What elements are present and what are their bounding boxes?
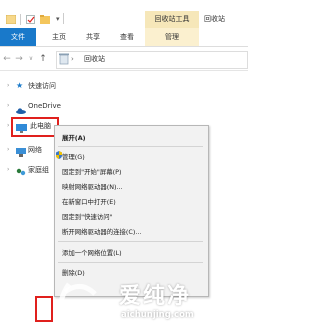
chevron-right-icon[interactable]: › xyxy=(7,161,9,179)
sidebar-item-label: OneDrive xyxy=(28,102,61,110)
tab-view[interactable]: 查看 xyxy=(112,28,142,46)
menu-item-open-new-window[interactable]: 在新窗口中打开(E) xyxy=(62,197,116,206)
breadcrumb-separator: › xyxy=(71,55,74,63)
homegroup-icon xyxy=(16,166,26,184)
chevron-right-icon[interactable]: › xyxy=(7,117,9,135)
menu-item-map-network-drive[interactable]: 映射网络驱动器(N)... xyxy=(62,182,123,191)
breadcrumb-recycle-bin[interactable]: 回收站 xyxy=(84,51,105,67)
window-title: 回收站 xyxy=(204,15,225,23)
forward-arrow-icon[interactable]: → xyxy=(14,52,24,66)
menu-item-pin-quick-access[interactable]: 固定到"快速访问" xyxy=(62,212,113,221)
highlight-box-this-pc xyxy=(11,117,59,137)
sidebar-item-quick-access[interactable]: › ★ 快速访问 xyxy=(0,77,60,95)
watermark-symbol-icon xyxy=(56,282,99,321)
tab-manage[interactable]: 管理 xyxy=(145,28,199,46)
sidebar-item-label: 快速访问 xyxy=(28,82,56,90)
back-arrow-icon[interactable]: ← xyxy=(2,52,12,66)
quick-access-properties-icon[interactable] xyxy=(5,14,17,25)
star-icon: ★ xyxy=(16,81,24,90)
recent-locations-icon[interactable]: ∨ xyxy=(26,52,36,66)
menu-separator xyxy=(58,241,203,242)
watermark-title: 爱纯净 xyxy=(119,284,192,309)
menu-item-disconnect-network-drive[interactable]: 断开网络驱动器的连接(C)... xyxy=(62,227,141,236)
tab-file[interactable]: 文件 xyxy=(0,28,36,46)
sidebar-item-onedrive[interactable]: › OneDrive xyxy=(0,97,61,115)
menu-item-manage[interactable]: 管理(G) xyxy=(62,152,85,161)
menu-separator xyxy=(58,262,203,263)
separator xyxy=(20,14,21,25)
tab-share[interactable]: 共享 xyxy=(78,28,108,46)
up-arrow-icon[interactable]: ↑ xyxy=(38,52,48,66)
watermark-url: aichunjing.com xyxy=(121,310,194,320)
watermark-logo: 爱纯净 aichunjing.com xyxy=(49,270,248,333)
recycle-bin-icon xyxy=(59,53,69,67)
sidebar-item-label: 家庭组 xyxy=(28,166,49,174)
chevron-right-icon[interactable]: › xyxy=(7,141,9,159)
sidebar-item-network[interactable]: › 网络 xyxy=(0,141,60,159)
menu-item-pin-to-start[interactable]: 固定到"开始"屏幕(P) xyxy=(62,167,121,176)
separator xyxy=(63,13,64,24)
sidebar-item-homegroup[interactable]: › 家庭组 xyxy=(0,161,60,179)
quick-access-check-icon[interactable] xyxy=(26,15,36,24)
quick-access-dropdown-icon[interactable]: ▾ xyxy=(56,15,60,23)
chevron-right-icon[interactable]: › xyxy=(7,77,9,95)
chevron-right-icon[interactable]: › xyxy=(7,97,9,115)
menu-separator xyxy=(58,146,203,147)
menu-item-expand[interactable]: 展开(A) xyxy=(62,133,86,142)
quick-access-folder-icon[interactable] xyxy=(40,15,50,24)
tab-home[interactable]: 主页 xyxy=(44,28,74,46)
sidebar-item-label: 网络 xyxy=(28,146,42,154)
menu-item-add-network-location[interactable]: 添加一个网络位置(L) xyxy=(62,248,122,257)
recycle-bin-tools-label: 回收站工具 xyxy=(145,11,199,28)
